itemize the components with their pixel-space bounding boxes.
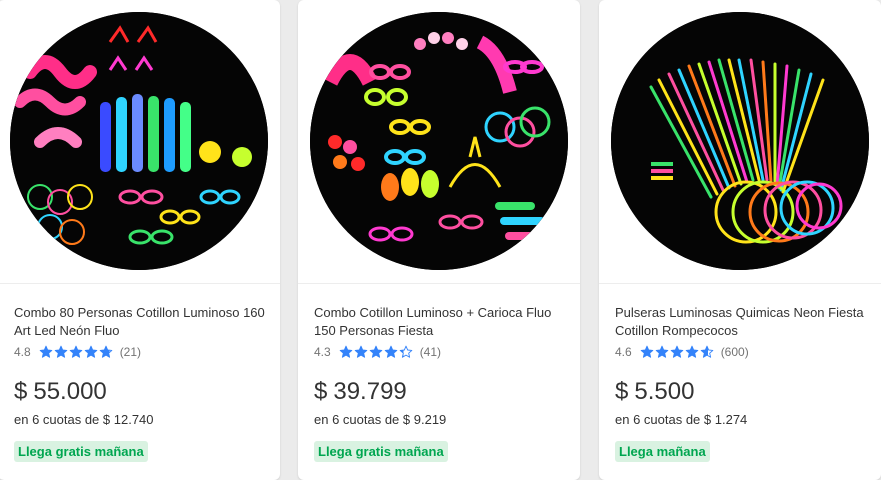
installments-text: en 6 cuotas de $ 12.740: [14, 412, 154, 427]
review-count: (600): [720, 345, 749, 359]
installments-text: en 6 cuotas de $ 1.274: [615, 412, 748, 427]
stars: [640, 345, 715, 359]
star-icon: [685, 345, 698, 358]
stars: [339, 345, 414, 359]
rating-average: 4.8: [14, 345, 31, 359]
star-icon: [84, 345, 97, 358]
currency-symbol: $: [615, 378, 629, 405]
star-icon: [69, 345, 82, 358]
product-image[interactable]: [611, 12, 869, 270]
star-icon: [354, 345, 367, 358]
product-title[interactable]: Pulseras Luminosas Quimicas Neon Fiesta …: [615, 304, 867, 340]
glow-combo-photo: [310, 12, 568, 270]
product-card-3[interactable]: Pulseras Luminosas Quimicas Neon Fiesta …: [599, 0, 881, 480]
price-amount: 39.799: [333, 378, 407, 405]
product-card-2[interactable]: Combo Cotillon Luminoso + Carioca Fluo 1…: [298, 0, 580, 480]
rating-average: 4.6: [615, 345, 632, 359]
product-title[interactable]: Combo 80 Personas Cotillon Luminoso 160 …: [14, 304, 266, 340]
shipping-badge: Llega mañana: [615, 441, 710, 462]
price-amount: 55.000: [33, 378, 107, 405]
star-icon: [399, 345, 412, 358]
rating-average: 4.3: [314, 345, 331, 359]
price: $ 55.000: [14, 378, 107, 406]
product-image[interactable]: [10, 12, 268, 270]
price-amount: 5.500: [634, 378, 695, 405]
currency-symbol: $: [314, 378, 328, 405]
rating-row: 4.8 (21): [14, 344, 141, 360]
product-card-1[interactable]: Combo 80 Personas Cotillon Luminoso 160 …: [0, 0, 280, 480]
currency-symbol: $: [14, 378, 28, 405]
star-icon: [339, 345, 352, 358]
product-image[interactable]: [310, 12, 568, 270]
star-icon: [369, 345, 382, 358]
star-icon: [99, 345, 112, 358]
glow-sticks-photo: [611, 12, 869, 270]
star-icon: [54, 345, 67, 358]
stars: [39, 345, 114, 359]
rating-row: 4.3 (41): [314, 344, 441, 360]
review-count: (21): [119, 345, 142, 359]
review-count: (41): [419, 345, 442, 359]
star-icon: [655, 345, 668, 358]
product-title[interactable]: Combo Cotillon Luminoso + Carioca Fluo 1…: [314, 304, 566, 340]
rating-row: 4.6 (600): [615, 344, 749, 360]
star-icon: [640, 345, 653, 358]
product-image-area[interactable]: [0, 0, 280, 284]
shipping-badge: Llega gratis mañana: [14, 441, 148, 462]
product-image-area[interactable]: [298, 0, 580, 284]
shipping-badge: Llega gratis mañana: [314, 441, 448, 462]
product-image-area[interactable]: [599, 0, 881, 284]
star-icon: [670, 345, 683, 358]
glow-party-kit-photo: [10, 12, 268, 270]
price: $ 39.799: [314, 378, 407, 406]
star-icon: [39, 345, 52, 358]
installments-text: en 6 cuotas de $ 9.219: [314, 412, 447, 427]
price: $ 5.500: [615, 378, 694, 406]
star-icon: [384, 345, 397, 358]
star-icon: [700, 345, 713, 358]
